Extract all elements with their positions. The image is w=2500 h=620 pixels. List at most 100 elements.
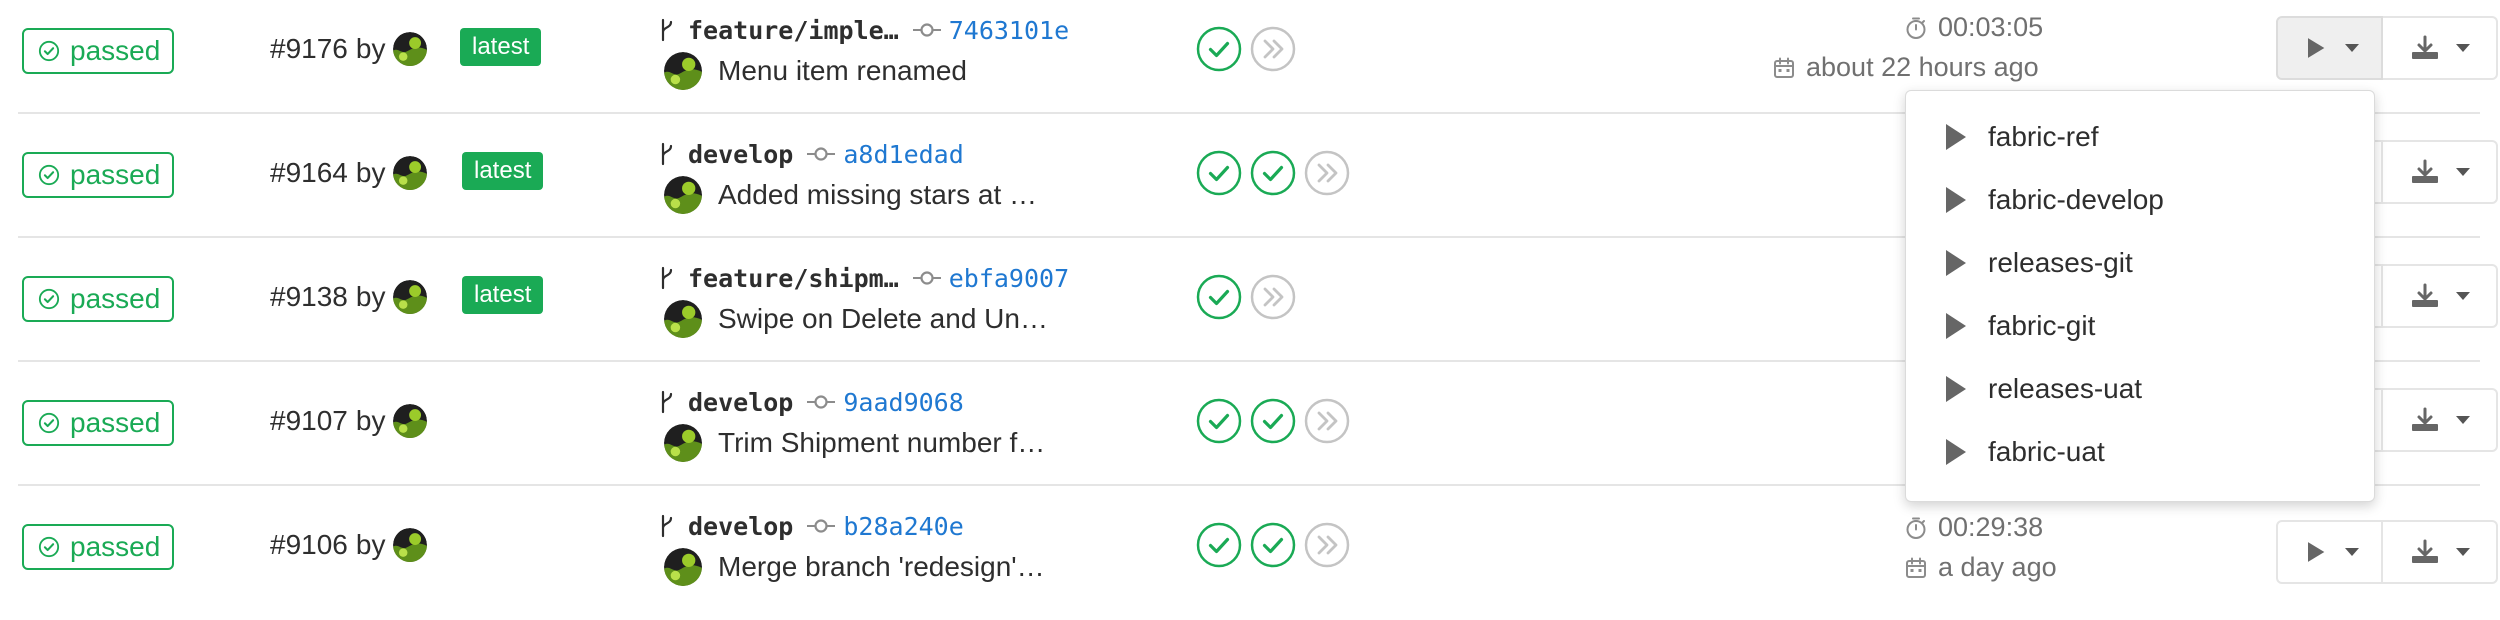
avatar[interactable] xyxy=(393,528,427,562)
fork-icon xyxy=(658,18,676,42)
avatar[interactable] xyxy=(664,424,702,462)
download-artifacts-button[interactable] xyxy=(2383,264,2498,328)
stage-skipped-icon[interactable] xyxy=(1304,522,1350,568)
commit-sha-link[interactable]: ebfa9007 xyxy=(949,264,1069,293)
play-icon xyxy=(2301,538,2329,566)
stage-list xyxy=(1196,274,1296,320)
status-badge[interactable]: passed xyxy=(22,28,174,74)
commit-message: Swipe on Delete and Un… xyxy=(664,300,1048,338)
calendar-icon xyxy=(1904,556,1928,580)
download-artifacts-button[interactable] xyxy=(2383,140,2498,204)
avatar[interactable] xyxy=(393,404,427,438)
branch-link[interactable]: develop xyxy=(688,512,793,541)
pipeline-id: #9106 by xyxy=(270,528,427,562)
commit-title-link[interactable]: Merge branch 'redesign'… xyxy=(718,551,1045,583)
latest-badge: latest xyxy=(460,28,542,66)
download-icon xyxy=(2410,407,2440,433)
dropdown-item-releases-uat[interactable]: releases-uat xyxy=(1906,357,2374,420)
by-label: by xyxy=(355,33,386,64)
stage-passed-icon[interactable] xyxy=(1196,26,1242,72)
stage-skipped-icon[interactable] xyxy=(1250,274,1296,320)
branch-link[interactable]: feature/shipm… xyxy=(688,264,899,293)
play-icon xyxy=(1946,438,1966,465)
dropdown-item-label: fabric-ref xyxy=(1988,120,2099,152)
status-label: passed xyxy=(70,283,161,314)
commit-sha-link[interactable]: 9aad9068 xyxy=(843,388,963,417)
dropdown-item-fabric-develop[interactable]: fabric-develop xyxy=(1906,168,2374,231)
fork-icon xyxy=(658,514,676,538)
stage-passed-icon[interactable] xyxy=(1196,274,1242,320)
stage-passed-icon[interactable] xyxy=(1250,522,1296,568)
pipeline-id-link[interactable]: #9138 xyxy=(270,281,348,313)
avatar[interactable] xyxy=(664,548,702,586)
commit-sha-link[interactable]: 7463101e xyxy=(949,16,1069,45)
avatar[interactable] xyxy=(664,52,702,90)
download-artifacts-button[interactable] xyxy=(2383,388,2498,452)
avatar[interactable] xyxy=(393,280,427,314)
dropdown-item-fabric-ref[interactable]: fabric-ref xyxy=(1906,105,2374,168)
commit-message: Added missing stars at … xyxy=(664,176,1037,214)
stage-skipped-icon[interactable] xyxy=(1250,26,1296,72)
manual-actions-button[interactable] xyxy=(2276,16,2384,80)
commit-title-link[interactable]: Trim Shipment number f… xyxy=(718,427,1045,459)
commit-title-link[interactable]: Swipe on Delete and Un… xyxy=(718,303,1048,335)
pipeline-id-link[interactable]: #9106 xyxy=(270,529,348,561)
commit-title-link[interactable]: Added missing stars at … xyxy=(718,179,1037,211)
manual-actions-button[interactable] xyxy=(2276,520,2384,584)
download-icon xyxy=(2410,283,2440,309)
check-circle-icon xyxy=(38,164,60,186)
stage-passed-icon[interactable] xyxy=(1196,522,1242,568)
by-label: by xyxy=(355,157,386,188)
dropdown-item-label: fabric-uat xyxy=(1988,435,2105,467)
play-icon xyxy=(1946,375,1966,402)
caret-down-icon xyxy=(2455,44,2470,52)
status-badge[interactable]: passed xyxy=(22,524,174,570)
by-label: by xyxy=(355,529,386,560)
stage-passed-icon[interactable] xyxy=(1250,398,1296,444)
status-badge[interactable]: passed xyxy=(22,400,174,446)
pipeline-id-link[interactable]: #9107 xyxy=(270,405,348,437)
download-artifacts-button[interactable] xyxy=(2383,16,2498,80)
commit-ref: feature/imple… 7463101e xyxy=(658,10,1069,50)
stage-skipped-icon[interactable] xyxy=(1304,150,1350,196)
stage-passed-icon[interactable] xyxy=(1196,398,1242,444)
branch-link[interactable]: develop xyxy=(688,140,793,169)
timer-icon xyxy=(1904,516,1928,540)
finished-at: a day ago xyxy=(1904,552,2057,583)
dropdown-item-fabric-git[interactable]: fabric-git xyxy=(1906,294,2374,357)
stage-passed-icon[interactable] xyxy=(1196,150,1242,196)
duration-value: 00:03:05 xyxy=(1938,12,2044,42)
commit-icon xyxy=(807,393,835,411)
caret-down-icon xyxy=(2344,548,2359,556)
commit-sha-link[interactable]: b28a240e xyxy=(843,512,963,541)
status-badge[interactable]: passed xyxy=(22,152,174,198)
check-circle-icon xyxy=(38,288,60,310)
commit-ref: develop a8d1edad xyxy=(658,134,964,174)
stage-list xyxy=(1196,398,1350,444)
avatar[interactable] xyxy=(393,156,427,190)
branch-link[interactable]: develop xyxy=(688,388,793,417)
pipeline-id-link[interactable]: #9164 xyxy=(270,157,348,189)
caret-down-icon xyxy=(2344,44,2359,52)
status-label: passed xyxy=(70,407,161,438)
avatar[interactable] xyxy=(393,32,427,66)
avatar[interactable] xyxy=(664,300,702,338)
dropdown-item-fabric-uat[interactable]: fabric-uat xyxy=(1906,420,2374,483)
commit-icon xyxy=(913,21,941,39)
stage-skipped-icon[interactable] xyxy=(1304,398,1350,444)
dropdown-item-releases-git[interactable]: releases-git xyxy=(1906,231,2374,294)
check-circle-icon xyxy=(38,412,60,434)
status-badge[interactable]: passed xyxy=(22,276,174,322)
dropdown-item-label: fabric-develop xyxy=(1988,183,2164,215)
commit-sha-link[interactable]: a8d1edad xyxy=(843,140,963,169)
avatar[interactable] xyxy=(664,176,702,214)
branch-link[interactable]: feature/imple… xyxy=(688,16,899,45)
duration: 00:29:38 xyxy=(1904,512,2043,543)
stage-passed-icon[interactable] xyxy=(1250,150,1296,196)
pipeline-id-link[interactable]: #9176 xyxy=(270,33,348,65)
fork-icon xyxy=(658,266,676,290)
download-artifacts-button[interactable] xyxy=(2383,520,2498,584)
finished-value: about 22 hours ago xyxy=(1806,52,2039,82)
commit-title-link[interactable]: Menu item renamed xyxy=(718,55,967,87)
pipeline-id: #9107 by xyxy=(270,404,427,438)
